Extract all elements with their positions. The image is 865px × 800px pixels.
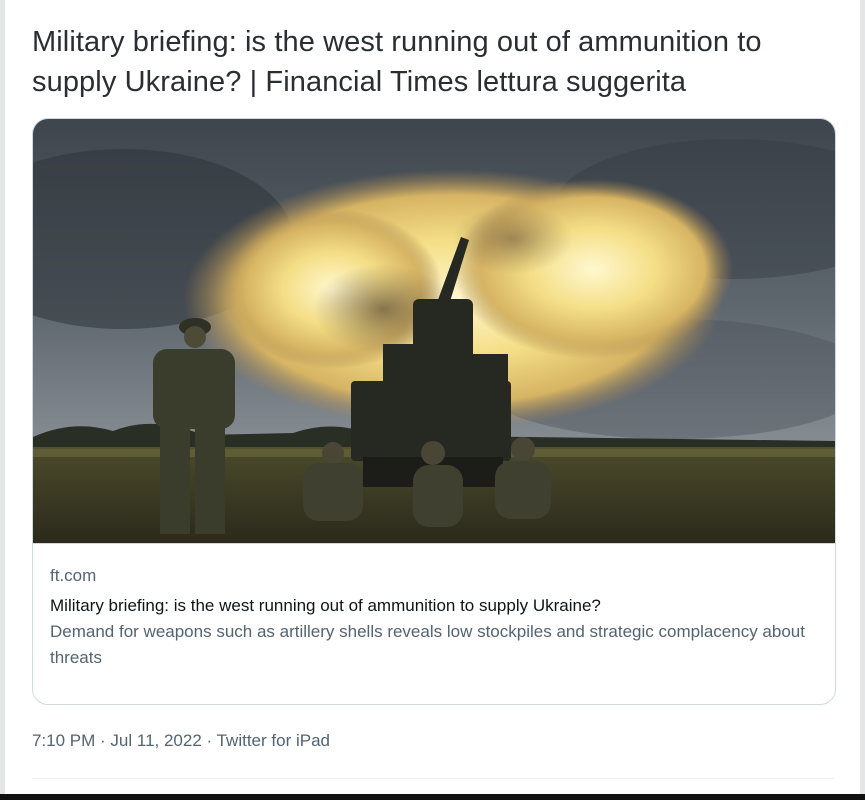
card-description: Demand for weapons such as artillery she… <box>50 622 805 667</box>
window-frame-left <box>0 0 5 800</box>
card-image[interactable] <box>33 119 835 544</box>
divider <box>32 778 834 779</box>
separator-dot: · <box>95 731 111 750</box>
tweet-date[interactable]: Jul 11, 2022 <box>110 731 201 750</box>
tweet-metadata: 7:10 PM · Jul 11, 2022 · Twitter for iPa… <box>32 728 330 754</box>
tweet-time[interactable]: 7:10 PM <box>32 731 95 750</box>
separator-dot: · <box>201 731 217 750</box>
card-domain: ft.com <box>50 566 97 585</box>
tweet-source[interactable]: Twitter for iPad <box>217 731 330 750</box>
card-title[interactable]: Military briefing: is the west running o… <box>50 593 820 619</box>
tweet-text: Military briefing: is the west running o… <box>32 26 762 98</box>
link-preview-card[interactable]: ft.com Military briefing: is the west ru… <box>32 118 836 705</box>
window-bottom-bar <box>0 794 865 800</box>
window-frame-right <box>860 0 865 800</box>
card-meta: ft.com Military briefing: is the west ru… <box>50 565 820 671</box>
artillery-photo <box>33 119 835 543</box>
